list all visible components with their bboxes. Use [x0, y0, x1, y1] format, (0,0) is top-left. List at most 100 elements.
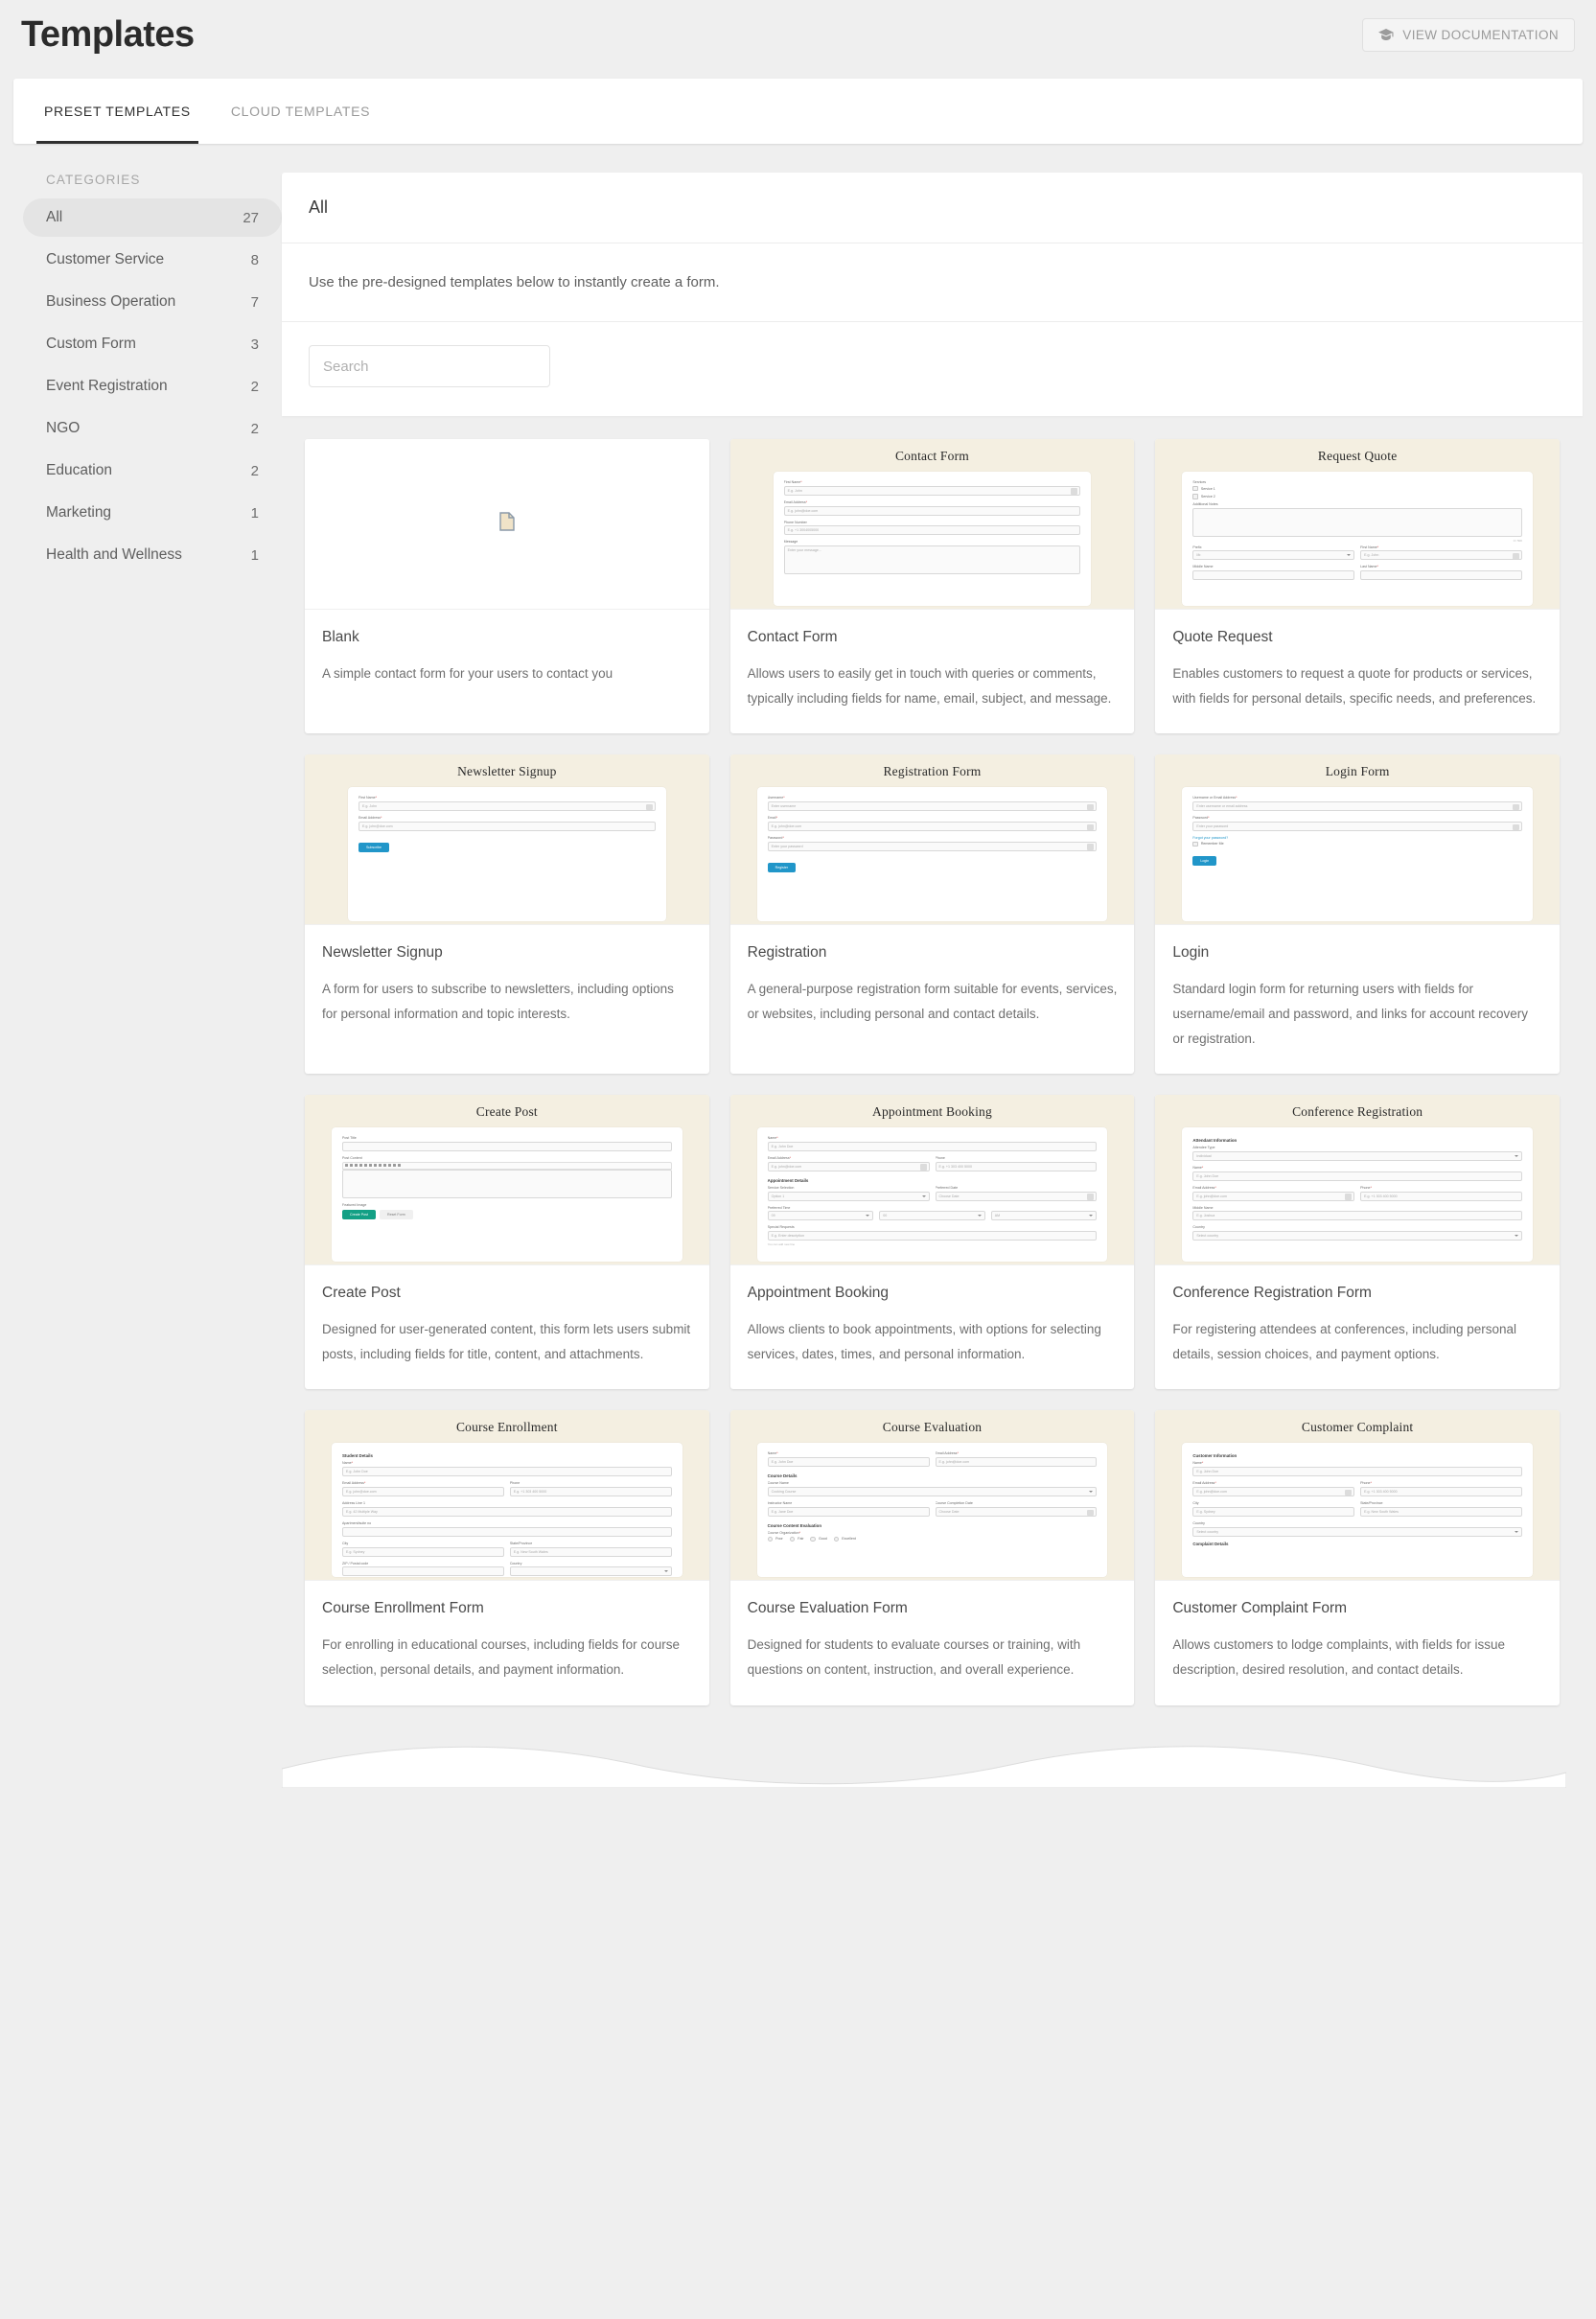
mini-field-input[interactable]: E.g. john@doe.com: [1192, 1192, 1354, 1201]
template-card[interactable]: Newsletter SignupFirst Name*E.g. JohnEma…: [305, 754, 709, 1074]
mini-field-input[interactable]: E.g. john@doe.com: [936, 1457, 1098, 1467]
mini-field-input[interactable]: E.g. Joshua: [1192, 1211, 1522, 1220]
mini-field-input[interactable]: Enter your message...: [784, 545, 1081, 574]
mini-field-input[interactable]: E.g. John Doe: [1192, 1171, 1522, 1181]
sidebar-item-event-registration[interactable]: Event Registration2: [23, 367, 282, 406]
template-card[interactable]: Create PostPost TitlePost ContentFeature…: [305, 1095, 709, 1389]
mini-field-input[interactable]: E.g. john@doe.com: [359, 822, 656, 831]
mini-field-input[interactable]: [1192, 508, 1522, 537]
mini-field-input[interactable]: 00: [879, 1211, 985, 1220]
mini-field-input[interactable]: 09: [768, 1211, 874, 1220]
mini-checkbox[interactable]: Service 2: [1192, 494, 1522, 499]
mini-field-label: Phone*: [1360, 1481, 1522, 1485]
sidebar-item-customer-service[interactable]: Customer Service8: [23, 241, 282, 279]
mini-submit-button[interactable]: Subscribe: [359, 843, 389, 852]
page-title: Templates: [21, 16, 195, 53]
mini-field-input[interactable]: E.g. Jane Doe: [768, 1507, 930, 1517]
mini-radio[interactable]: Poor: [768, 1537, 783, 1542]
mini-field-input[interactable]: E.g. john@doe.com: [1192, 1487, 1354, 1496]
mini-field-input[interactable]: [1192, 570, 1354, 580]
mini-field-label: Post Title: [342, 1136, 672, 1140]
sidebar-item-health-and-wellness[interactable]: Health and Wellness1: [23, 536, 282, 574]
mini-field-input[interactable]: Enter your password: [1192, 822, 1522, 831]
template-card[interactable]: Login FormUsername or Email Address*Ente…: [1155, 754, 1560, 1074]
sidebar-item-education[interactable]: Education2: [23, 452, 282, 490]
mini-field-input[interactable]: E.g. +1 3004005000: [784, 525, 1081, 535]
mini-field-input[interactable]: E.g. John: [784, 486, 1081, 496]
mini-submit-button[interactable]: Register: [768, 863, 796, 872]
mini-field-input[interactable]: E.g. New South Wales: [1360, 1507, 1522, 1517]
mini-field-input[interactable]: Choose Date: [936, 1507, 1098, 1517]
mini-field-input[interactable]: [510, 1566, 672, 1576]
thumbnail-title: Registration Form: [730, 754, 1135, 779]
view-documentation-button[interactable]: VIEW DOCUMENTATION: [1362, 18, 1575, 52]
tab-cloud-templates[interactable]: CLOUD TEMPLATES: [223, 79, 378, 144]
mini-field-input[interactable]: [342, 1142, 672, 1151]
mini-field-input[interactable]: Individual: [1192, 1151, 1522, 1161]
mini-field-input[interactable]: E.g. New South Wales: [510, 1547, 672, 1557]
mini-field-input[interactable]: [342, 1170, 672, 1198]
sidebar-item-business-operation[interactable]: Business Operation7: [23, 283, 282, 321]
mini-field-input[interactable]: AM: [991, 1211, 1098, 1220]
mini-field-label: Message: [784, 540, 1081, 544]
mini-field-input[interactable]: E.g. john@doe.com: [784, 506, 1081, 516]
mini-field-input[interactable]: E.g. Sydney: [342, 1547, 504, 1557]
mini-field-input[interactable]: E.g. 42 Multiple Way: [342, 1507, 672, 1517]
mini-submit-button[interactable]: Login: [1192, 856, 1216, 866]
template-card[interactable]: Course EnrollmentStudent DetailsName*E.g…: [305, 1410, 709, 1704]
mini-field-input[interactable]: [342, 1527, 672, 1537]
mini-editor-toolbar[interactable]: [342, 1162, 672, 1170]
mini-radio[interactable]: Excellent: [834, 1537, 856, 1542]
mini-field-input[interactable]: E.g. john@doe.com: [768, 822, 1098, 831]
template-card[interactable]: Appointment BookingName*E.g. John DoeEma…: [730, 1095, 1135, 1389]
mini-field-input[interactable]: Enter username or email address: [1192, 801, 1522, 811]
tab-preset-templates[interactable]: PRESET TEMPLATES: [36, 79, 198, 144]
mini-field-input[interactable]: E.g. John Doe: [768, 1142, 1098, 1151]
mini-field-input[interactable]: Select country: [1192, 1231, 1522, 1241]
forgot-password-link[interactable]: Forgot your password?: [1192, 836, 1522, 840]
mini-field-input[interactable]: Mr.: [1192, 550, 1354, 560]
mini-field-input[interactable]: E.g. +1 303 400 5000: [1360, 1487, 1522, 1496]
mini-radio[interactable]: Good: [810, 1537, 826, 1542]
mini-field-input[interactable]: E.g. john@doe.com: [768, 1162, 930, 1171]
mini-field-input[interactable]: E.g. John Doe: [342, 1467, 672, 1476]
mini-field-input[interactable]: Choose Date: [936, 1192, 1098, 1201]
mini-secondary-button[interactable]: Reset Form: [380, 1210, 413, 1219]
search-input[interactable]: [309, 345, 550, 387]
template-card[interactable]: Conference RegistrationAttendant Informa…: [1155, 1095, 1560, 1389]
mini-field-label: Preferred Date: [936, 1186, 1098, 1190]
mini-field-input[interactable]: E.g. Enter description: [768, 1231, 1098, 1241]
sidebar-item-custom-form[interactable]: Custom Form3: [23, 325, 282, 363]
template-card[interactable]: Registration FormUsername*Enter username…: [730, 754, 1135, 1074]
template-card[interactable]: BlankA simple contact form for your user…: [305, 439, 709, 733]
mini-field-input[interactable]: E.g. John Doe: [768, 1457, 930, 1467]
mini-field-input[interactable]: Enter username: [768, 801, 1098, 811]
mini-radio[interactable]: Fair: [790, 1537, 804, 1542]
mini-field-input[interactable]: E.g. john@doe.com: [342, 1487, 504, 1496]
mini-checkbox[interactable]: Service 1: [1192, 486, 1522, 492]
mini-field-input[interactable]: E.g. Sydney: [1192, 1507, 1354, 1517]
mini-field-input[interactable]: Enter your password: [768, 842, 1098, 851]
template-card[interactable]: Course EvaluationName*E.g. John DoeEmail…: [730, 1410, 1135, 1704]
mini-field-input[interactable]: E.g. +1 303 400 5000: [936, 1162, 1098, 1171]
template-card[interactable]: Contact FormFirst Name*E.g. JohnEmail Ad…: [730, 439, 1135, 733]
mini-field-input[interactable]: E.g. John: [359, 801, 656, 811]
sidebar-item-ngo[interactable]: NGO2: [23, 409, 282, 448]
thumbnail-mini-form: ServicesService 1Service 2Additional Not…: [1182, 472, 1533, 606]
mini-field-input[interactable]: Cooking Course: [768, 1487, 1098, 1496]
template-card[interactable]: Request QuoteServicesService 1Service 2A…: [1155, 439, 1560, 733]
mini-field-input[interactable]: E.g. +1 303 400 5000: [1360, 1192, 1522, 1201]
mini-field-input[interactable]: Select country: [1192, 1527, 1522, 1537]
sidebar-item-marketing[interactable]: Marketing1: [23, 494, 282, 532]
template-card[interactable]: Customer ComplaintCustomer InformationNa…: [1155, 1410, 1560, 1704]
mini-field-input[interactable]: Option 1: [768, 1192, 930, 1201]
sidebar-item-all[interactable]: All27: [23, 198, 282, 237]
remember-me-checkbox[interactable]: Remember Me: [1192, 842, 1522, 847]
mini-field-input[interactable]: E.g. John Doe: [1192, 1467, 1522, 1476]
mini-field-input[interactable]: E.g. John: [1360, 550, 1522, 560]
mini-primary-button[interactable]: Create Post: [342, 1210, 376, 1219]
mini-field-label: Username or Email Address*: [1192, 796, 1522, 800]
mini-field-input[interactable]: [1360, 570, 1522, 580]
mini-field-input[interactable]: [342, 1566, 504, 1576]
mini-field-input[interactable]: E.g. +1 303 400 5000: [510, 1487, 672, 1496]
